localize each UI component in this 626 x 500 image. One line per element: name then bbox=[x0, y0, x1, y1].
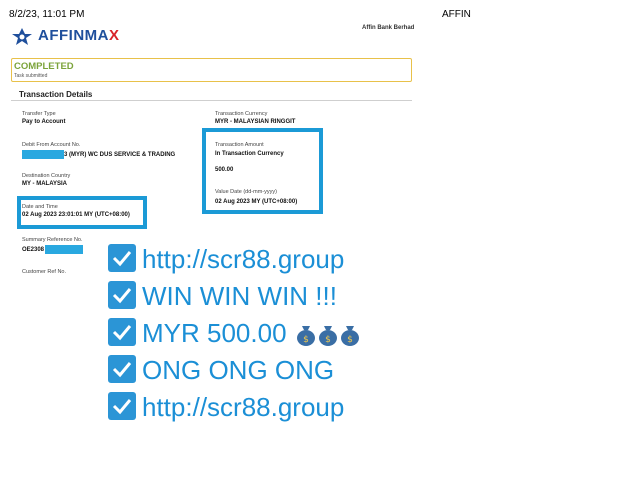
money-bag-icon: $ bbox=[296, 321, 316, 347]
value-date-label: Value Date (dd-mm-yyyy) bbox=[215, 189, 277, 195]
check-mark-button-icon bbox=[108, 392, 136, 421]
money-bag-icon: $ bbox=[318, 321, 338, 347]
datetime-value: 02 Aug 2023 23:01:01 MY (UTC+08:00) bbox=[22, 212, 130, 218]
bank-name: Affin Bank Berhad bbox=[362, 25, 415, 31]
value-date-value: 02 Aug 2023 MY (UTC+08:00) bbox=[215, 199, 298, 205]
transaction-amount-value: 500.00 bbox=[215, 167, 234, 173]
svg-text:$: $ bbox=[347, 335, 353, 345]
status-banner: COMPLETED Task submitted bbox=[11, 58, 412, 82]
transaction-currency-label: Transaction Currency bbox=[215, 111, 268, 117]
section-divider bbox=[11, 100, 412, 101]
destination-country-value: MY - MALAYSIA bbox=[22, 181, 68, 187]
promo-line-4: ONG ONG ONG bbox=[108, 354, 334, 386]
section-title: Transaction Details bbox=[19, 90, 93, 99]
affinmax-logo: AFFINMAX bbox=[12, 26, 142, 48]
transaction-amount-currency: In Transaction Currency bbox=[215, 151, 284, 157]
promo-line-1: http://scr88.group bbox=[108, 243, 344, 275]
summary-ref-value: OE2308 bbox=[22, 245, 84, 254]
redaction-bar bbox=[45, 245, 84, 254]
svg-text:$: $ bbox=[303, 335, 309, 345]
svg-text:$: $ bbox=[325, 335, 331, 345]
status-subtitle: Task submitted bbox=[14, 73, 48, 79]
check-mark-button-icon bbox=[108, 318, 136, 347]
datetime-label: Date and Time bbox=[22, 204, 58, 210]
redaction-bar bbox=[22, 150, 64, 159]
customer-ref-label: Customer Ref No. bbox=[22, 269, 67, 275]
transfer-type-label: Transfer Type bbox=[22, 111, 56, 117]
transaction-amount-label: Transaction Amount bbox=[215, 142, 264, 148]
logo-wordmark: AFFINMAX bbox=[38, 27, 120, 44]
debit-account-label: Debit From Account No. bbox=[22, 142, 81, 148]
check-mark-button-icon bbox=[108, 244, 136, 273]
money-bag-icon: $ bbox=[340, 321, 360, 347]
check-mark-button-icon bbox=[108, 281, 136, 310]
check-mark-button-icon bbox=[108, 355, 136, 384]
promo-line-3: MYR 500.00 $ $ $ bbox=[108, 317, 360, 349]
status-title: COMPLETED bbox=[14, 61, 74, 72]
promo-line-5: http://scr88.group bbox=[108, 391, 344, 423]
transaction-currency-value: MYR - MALAYSIAN RINGGIT bbox=[215, 119, 296, 125]
print-datetime: 8/2/23, 11:01 PM bbox=[9, 9, 85, 20]
print-page-title: AFFIN bbox=[442, 9, 471, 20]
debit-account-value: 3 (MYR) WC DUS SERVICE & TRADING bbox=[22, 150, 175, 159]
promo-line-2: WIN WIN WIN !!! bbox=[108, 280, 337, 312]
destination-country-label: Destination Country bbox=[22, 173, 71, 179]
affin-logo-icon bbox=[12, 28, 32, 45]
transfer-type-value: Pay to Account bbox=[22, 119, 66, 125]
summary-ref-label: Summary Reference No. bbox=[22, 237, 83, 243]
